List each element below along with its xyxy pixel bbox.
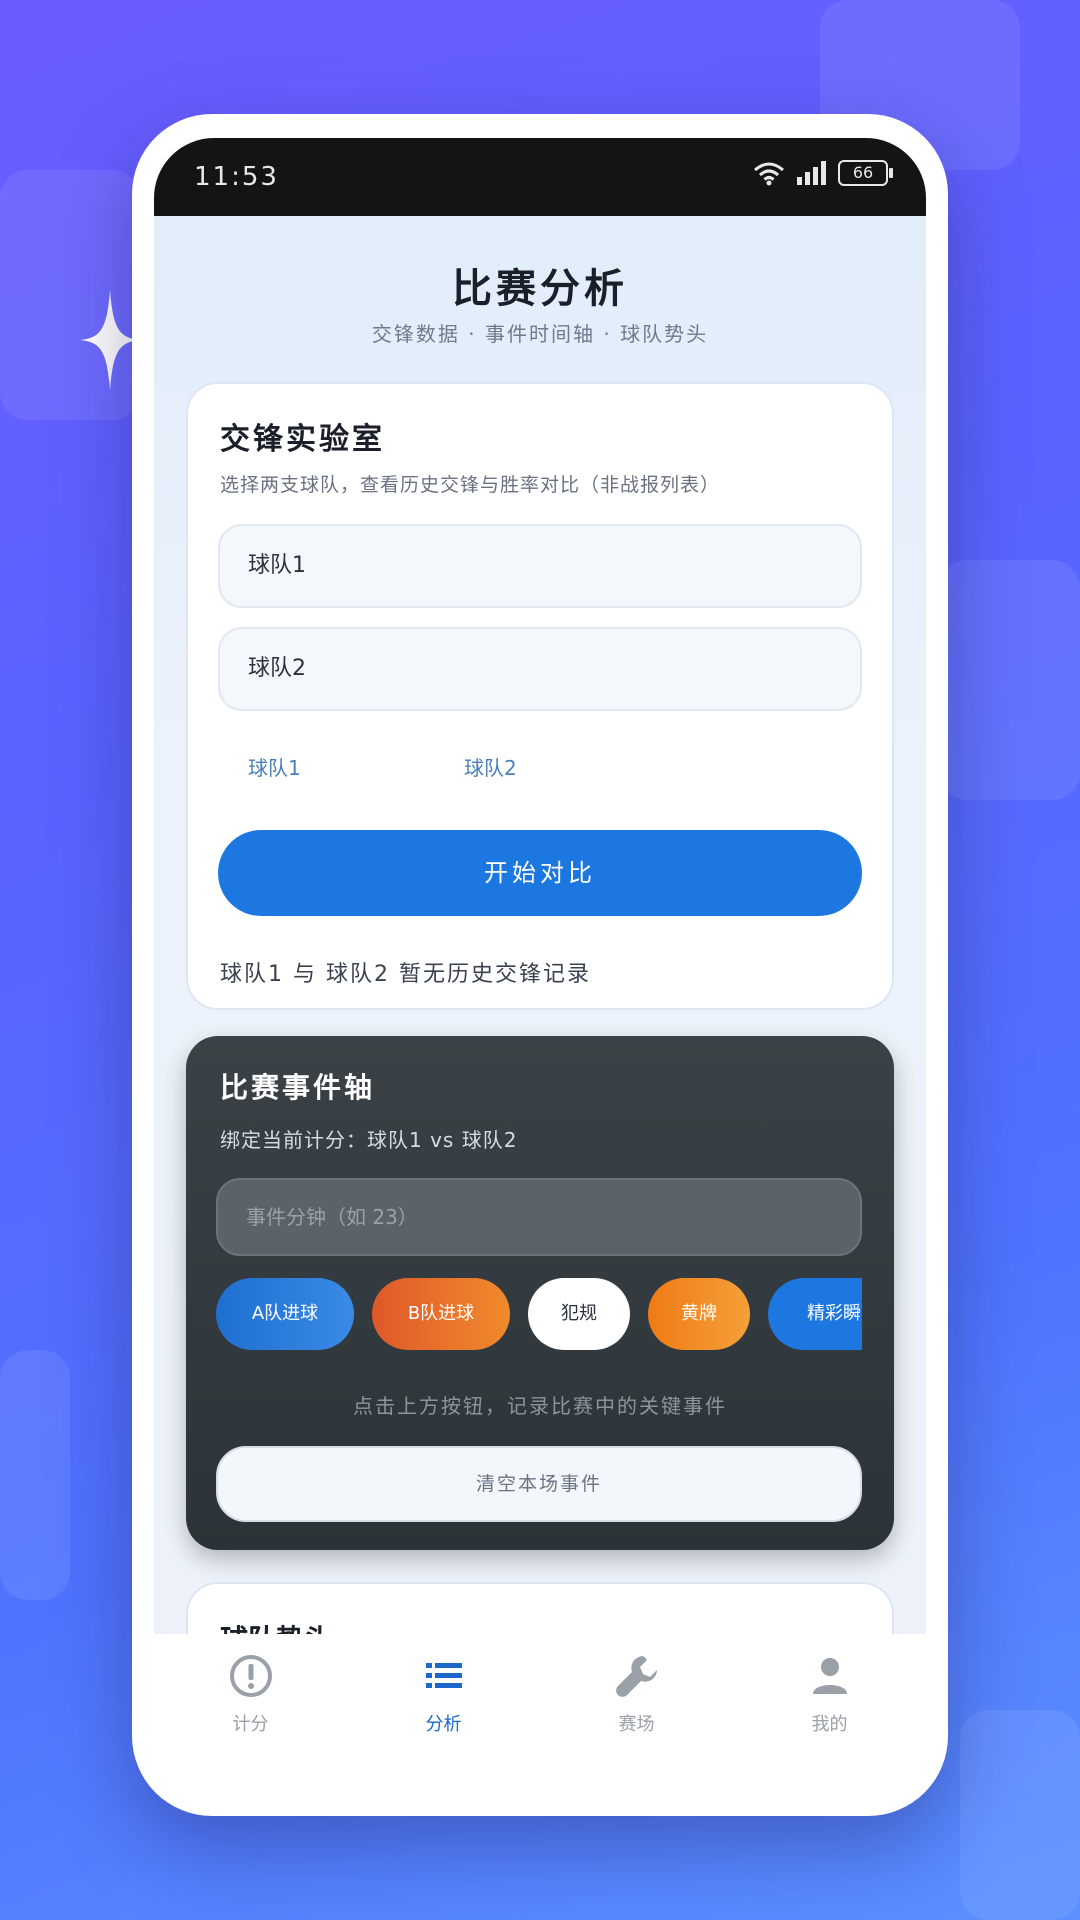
yellow-card-chip[interactable]: 黄牌 [648, 1278, 750, 1350]
timeline-hint: 点击上方按钮，记录比赛中的关键事件 [353, 1394, 727, 1418]
h2h-card: 交锋实验室 选择两支球队，查看历史交锋与胜率对比（非战报列表） 球队1 球队2 … [186, 382, 894, 1010]
bg-decoration [940, 560, 1080, 800]
person-icon [812, 1658, 847, 1694]
team-a-goal-chip[interactable]: A队进球 [216, 1278, 354, 1350]
foul-chip[interactable]: 犯规 [528, 1278, 630, 1350]
signal-icon [797, 161, 826, 185]
wrench-icon [615, 1656, 657, 1697]
team1-input[interactable]: 球队1 [218, 524, 862, 608]
tab-score-label: 计分 [232, 1714, 269, 1735]
phone-frame: 11:53 66 比赛分析 交锋数据 · 事件时间轴 · 球队势头 交锋实验室 … [132, 114, 948, 1816]
tab-me-label: 我的 [811, 1714, 848, 1735]
current-score: 绑定当前计分：球队1 vs 球队2 [220, 1128, 518, 1152]
timeline-card: 比赛事件轴 绑定当前计分：球队1 vs 球队2 事件分钟（如 23） A队进球 … [186, 1036, 894, 1550]
momentum-card-title: 球队势头 [220, 1618, 332, 1634]
team1-tag[interactable]: 球队1 [248, 752, 301, 781]
wifi-icon [754, 162, 784, 186]
status-bar: 11:53 66 [154, 138, 926, 216]
sparkle-icon [80, 290, 140, 390]
tab-score[interactable]: 计分 [154, 1652, 347, 1736]
screen: 11:53 66 比赛分析 交锋数据 · 事件时间轴 · 球队势头 交锋实验室 … [154, 138, 926, 1796]
clear-events-button[interactable]: 清空本场事件 [216, 1446, 862, 1522]
highlight-chip[interactable]: 精彩瞬间 [768, 1278, 862, 1350]
h2h-card-title: 交锋实验室 [220, 422, 385, 457]
alert-circle-icon [229, 1655, 272, 1697]
tab-venue[interactable]: 赛场 [540, 1652, 733, 1736]
team-b-goal-chip[interactable]: B队进球 [372, 1278, 510, 1350]
tab-venue-label: 赛场 [618, 1714, 655, 1735]
page-title: 比赛分析 [452, 265, 628, 312]
page-subtitle: 交锋数据 · 事件时间轴 · 球队势头 [371, 322, 709, 346]
event-minute-input[interactable]: 事件分钟（如 23） [216, 1178, 862, 1256]
team2-input[interactable]: 球队2 [218, 627, 862, 711]
bg-decoration [0, 1350, 70, 1600]
scroll-content[interactable]: 比赛分析 交锋数据 · 事件时间轴 · 球队势头 交锋实验室 选择两支球队，查看… [154, 216, 926, 1634]
bg-decoration [960, 1710, 1080, 1920]
battery-icon: 66 [838, 160, 893, 186]
status-time: 11:53 [194, 162, 279, 192]
timeline-card-title: 比赛事件轴 [220, 1071, 376, 1104]
tab-analysis[interactable]: 分析 [347, 1652, 540, 1736]
h2h-card-description: 选择两支球队，查看历史交锋与胜率对比（非战报列表） [220, 474, 721, 496]
h2h-note: 球队1 与 球队2 暂无历史交锋记录 [220, 962, 591, 987]
compare-button[interactable]: 开始对比 [218, 830, 862, 916]
event-chip-row[interactable]: A队进球 B队进球 犯规 黄牌 精彩瞬间 [216, 1278, 862, 1352]
team2-tag[interactable]: 球队2 [464, 752, 517, 781]
status-icons: 66 [752, 160, 893, 186]
tab-me[interactable]: 我的 [733, 1652, 926, 1736]
tab-analysis-label: 分析 [425, 1714, 462, 1735]
list-icon [425, 1663, 462, 1688]
bottom-tab-bar: 计分 分析 赛场 我的 [154, 1634, 926, 1796]
momentum-card: 球队势头 [186, 1582, 894, 1634]
